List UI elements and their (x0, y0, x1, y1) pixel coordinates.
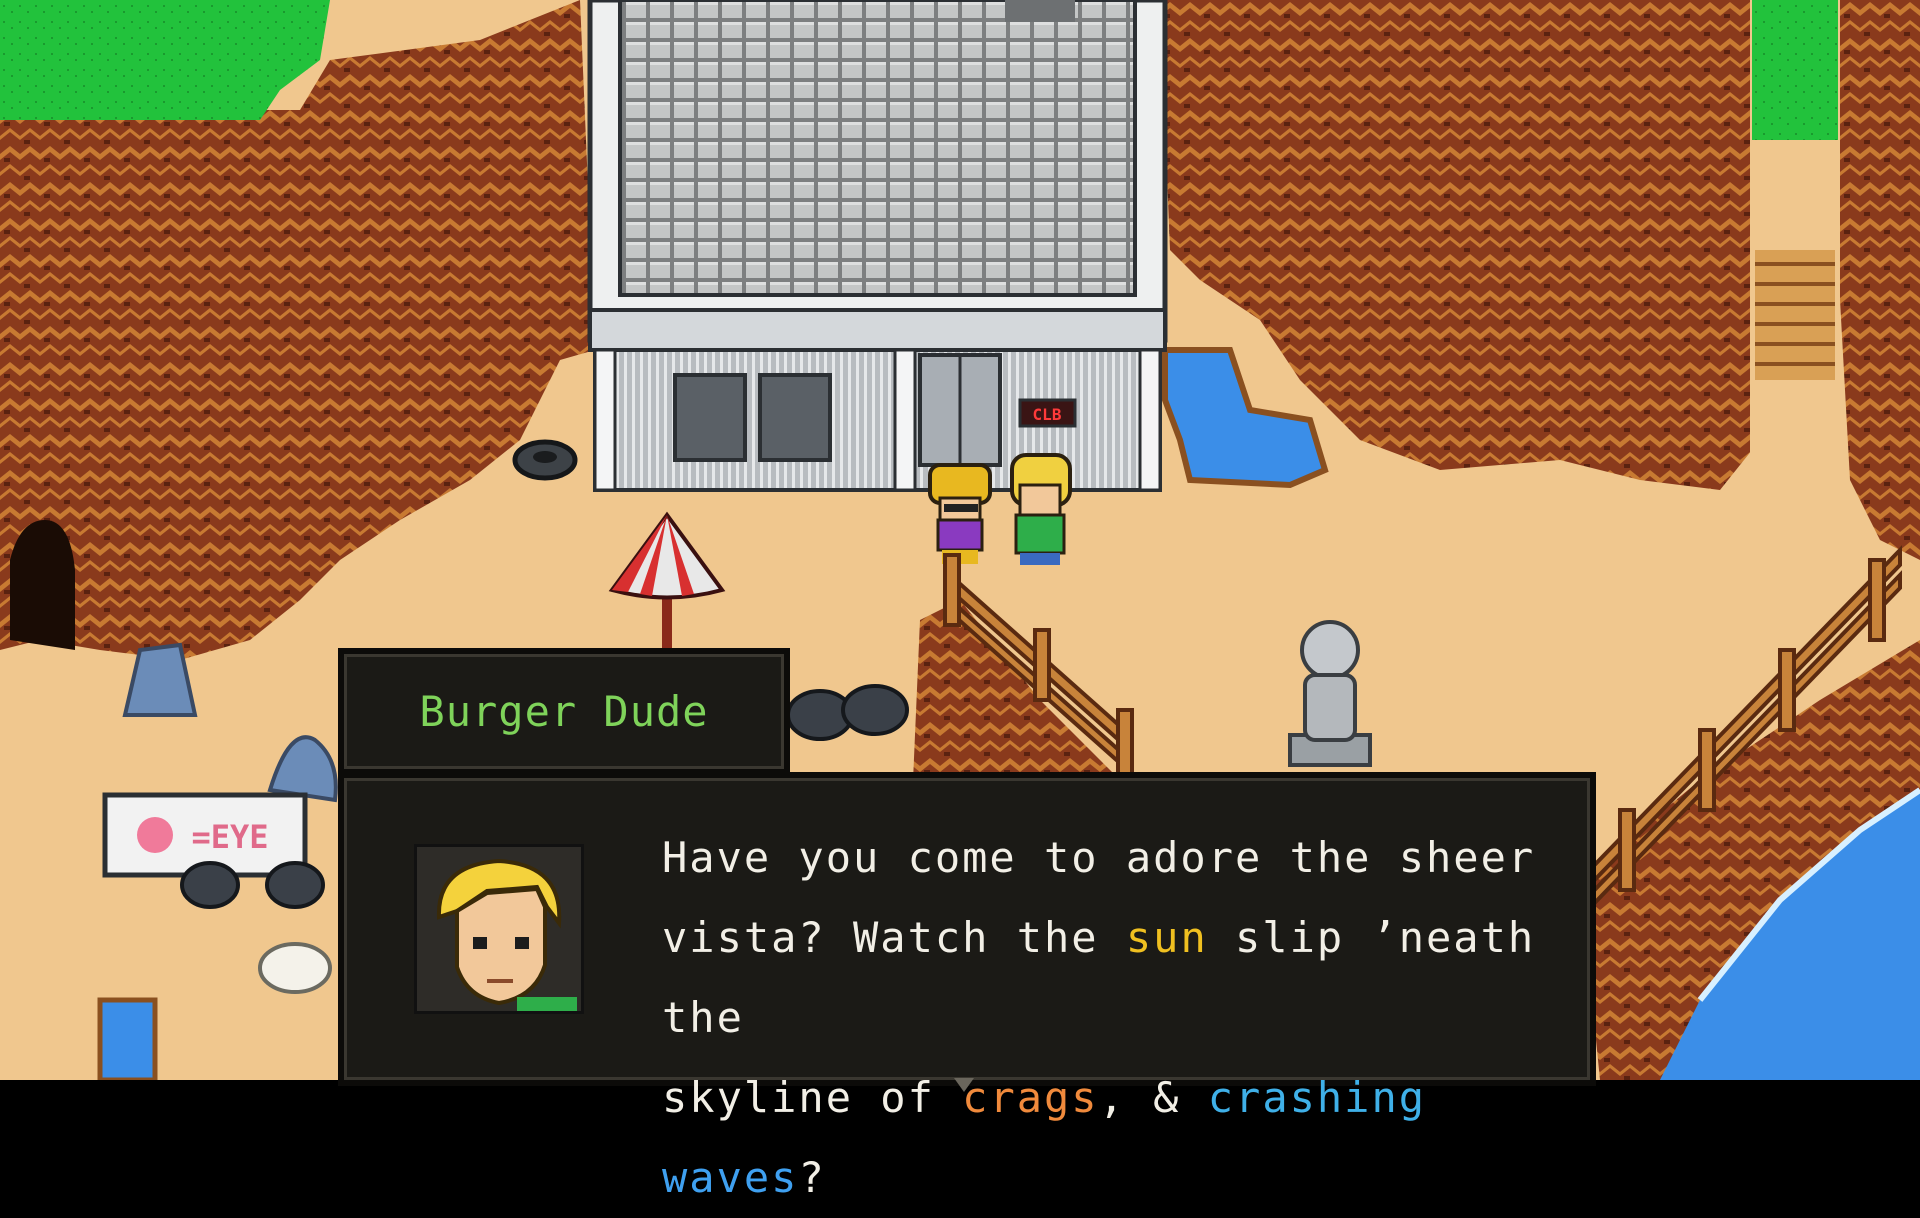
window (673, 373, 747, 462)
speaker-name-box: Burger Dude (338, 648, 790, 775)
dialog-text: Have you come to adore the sheer vista? … (662, 818, 1562, 1218)
rock-icon (258, 942, 332, 994)
building-sign-text: CLB (1033, 405, 1062, 424)
beach-sign-text: =EYE (191, 818, 268, 856)
speaker-portrait (414, 844, 584, 1014)
highlight-waves: waves (662, 1153, 799, 1202)
window (758, 373, 832, 462)
dialog-line-2: vista? Watch the sun slip ’neath the (662, 913, 1536, 1042)
cave-entrance (10, 520, 75, 650)
left-stream (97, 997, 158, 1080)
highlight-sun: sun (1125, 913, 1208, 962)
player-character (928, 463, 992, 564)
advance-arrow-icon[interactable] (954, 1078, 974, 1092)
stairs (1755, 250, 1835, 380)
building: CLB (587, 0, 1168, 492)
speaker-name: Burger Dude (419, 687, 709, 736)
highlight-crashing: crashing (1207, 1073, 1427, 1122)
dialog-box[interactable]: Have you come to adore the sheer vista? … (338, 772, 1596, 1202)
burger-dude-character (1010, 453, 1072, 565)
highlight-crags: crags (962, 1073, 1099, 1122)
top-right-grass (1752, 0, 1838, 140)
dialog-line-3: skyline of crags, & crashing waves? (662, 1073, 1427, 1202)
dialog-line-1: Have you come to adore the sheer (662, 833, 1536, 882)
far-right-cliff (1840, 0, 1920, 560)
